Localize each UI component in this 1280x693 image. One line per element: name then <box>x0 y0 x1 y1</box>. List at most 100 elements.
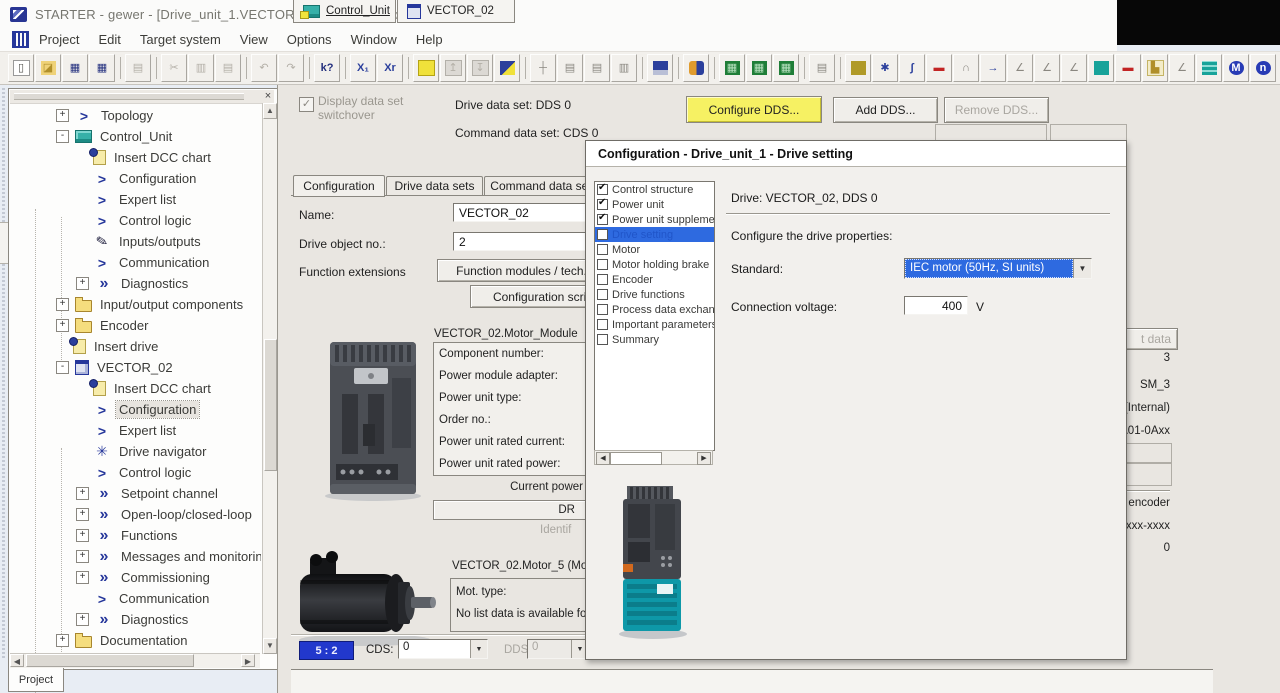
expander-icon[interactable]: + <box>76 529 89 542</box>
key-icon[interactable] <box>845 54 871 82</box>
step-motor[interactable]: Motor <box>595 242 714 257</box>
tree-item-expert-list[interactable]: Expert list <box>11 189 261 210</box>
panel-grab-handle[interactable] <box>14 93 244 100</box>
tree-item-control-logic-2[interactable]: Control logic <box>11 462 261 483</box>
monitor-1-icon[interactable]: ▦ <box>719 54 745 82</box>
add-dds-button[interactable]: Add DDS... <box>833 97 938 123</box>
scroll-right-icon[interactable]: ▶ <box>241 654 255 667</box>
gear-icon[interactable]: ✱ <box>872 54 898 82</box>
step-encoder[interactable]: Encoder <box>595 272 714 287</box>
menu-edit[interactable]: Edit <box>98 32 120 47</box>
step-drive-setting-selected[interactable]: Drive setting <box>595 227 714 242</box>
tree-vertical-scrollbar[interactable]: ▲ ▼ <box>262 103 277 654</box>
diagram-3-icon[interactable]: ∠ <box>1061 54 1087 82</box>
tree-item-configuration-selected[interactable]: Configuration <box>11 399 261 420</box>
step-summary[interactable]: Summary <box>595 332 714 347</box>
expander-icon[interactable]: + <box>56 634 69 647</box>
tree-item-open-closed-loop[interactable]: +Open-loop/closed-loop <box>11 504 261 525</box>
step-motor-holding-brake[interactable]: Motor holding brake <box>595 257 714 272</box>
dropdown-arrow-icon[interactable]: ▼ <box>470 640 487 658</box>
connection-voltage-input[interactable] <box>904 296 968 315</box>
cds-dropdown[interactable]: 0 ▼ <box>398 639 488 659</box>
expander-icon[interactable]: + <box>76 487 89 500</box>
tree-item-expert-list-2[interactable]: Expert list <box>11 420 261 441</box>
configure-dds-button[interactable]: Configure DDS... <box>686 96 822 123</box>
close-icon[interactable]: × <box>262 91 274 102</box>
tree-item-vector-02[interactable]: -VECTOR_02 <box>11 357 261 378</box>
scrollbar-thumb[interactable] <box>26 654 194 667</box>
menu-target-system[interactable]: Target system <box>140 32 221 47</box>
tree-item-setpoint-channel[interactable]: +Setpoint channel <box>11 483 261 504</box>
expander-icon[interactable]: - <box>56 130 69 143</box>
expander-icon[interactable]: + <box>76 277 89 290</box>
bottom-tab-control-unit[interactable]: Control_Unit <box>293 0 396 23</box>
tree-item-control-unit[interactable]: -Control_Unit <box>11 126 261 147</box>
step-process-data-exchange[interactable]: Process data exchange <box>595 302 714 317</box>
expander-icon[interactable]: + <box>76 550 89 563</box>
trace-icon[interactable]: ∩ <box>953 54 979 82</box>
bottom-tab-vector-02[interactable]: VECTOR_02 <box>397 0 515 23</box>
sort-x1-icon[interactable]: X₁ <box>350 54 376 82</box>
standard-dropdown[interactable]: IEC motor (50Hz, SI units) ▼ <box>904 258 1092 279</box>
dialog-title[interactable]: Configuration - Drive_unit_1 - Drive set… <box>586 141 1126 167</box>
context-help-icon[interactable]: k? <box>314 54 340 82</box>
step-list-scrollbar[interactable]: ◀ ▶ <box>594 450 713 465</box>
tree-item-diagnostics-2[interactable]: +Diagnostics <box>11 609 261 630</box>
step-power-unit-supplementary[interactable]: Power unit supplementary <box>595 212 714 227</box>
menu-project[interactable]: Project <box>39 32 79 47</box>
speed-n-icon[interactable]: n <box>1250 54 1276 82</box>
tree-item-insert-dcc-chart-2[interactable]: Insert DCC chart <box>11 378 261 399</box>
step-important-parameters[interactable]: Important parameters <box>595 317 714 332</box>
connect-target-icon[interactable] <box>413 54 439 82</box>
motor-m-icon[interactable]: M <box>1223 54 1249 82</box>
teal-module-icon[interactable] <box>1088 54 1114 82</box>
tree-item-messages-monitoring[interactable]: +Messages and monitoring <box>11 546 261 567</box>
tree-item-documentation[interactable]: +Documentation <box>11 630 261 651</box>
ramp-icon[interactable]: → <box>980 54 1006 82</box>
users-icon[interactable] <box>683 54 709 82</box>
expander-icon[interactable]: - <box>56 361 69 374</box>
expander-icon[interactable]: + <box>56 319 69 332</box>
menu-help[interactable]: Help <box>416 32 443 47</box>
step-power-unit[interactable]: Power unit <box>595 197 714 212</box>
new-project-icon[interactable]: ▯ <box>8 54 34 82</box>
tree-horizontal-scrollbar[interactable]: ◀ ▶ <box>10 653 260 668</box>
hook-icon[interactable]: ∫ <box>899 54 925 82</box>
sort-xr-icon[interactable]: Xr <box>377 54 403 82</box>
dropdown-arrow-icon[interactable]: ▼ <box>1073 259 1091 278</box>
scroll-left-icon[interactable]: ◀ <box>10 654 24 667</box>
tree-item-control-logic[interactable]: Control logic <box>11 210 261 231</box>
tree-item-insert-dcc-chart[interactable]: Insert DCC chart <box>11 147 261 168</box>
menu-window[interactable]: Window <box>351 32 397 47</box>
monitor-2-icon[interactable]: ▦ <box>746 54 772 82</box>
tree-item-communication[interactable]: Communication <box>11 252 261 273</box>
expander-icon[interactable]: + <box>76 571 89 584</box>
tree-item-io-components[interactable]: +Input/output components <box>11 294 261 315</box>
wizard-step-list[interactable]: Control structure Power unit Power unit … <box>594 181 715 451</box>
diagram-2-icon[interactable]: ∠ <box>1034 54 1060 82</box>
expander-icon[interactable]: + <box>76 508 89 521</box>
expander-icon[interactable]: + <box>76 613 89 626</box>
chart-yellow-icon[interactable]: ▙ <box>1142 54 1168 82</box>
system-menu-icon[interactable] <box>12 31 29 48</box>
expander-icon[interactable]: + <box>56 109 69 122</box>
tree-item-commissioning[interactable]: +Commissioning <box>11 567 261 588</box>
step-drive-functions[interactable]: Drive functions <box>595 287 714 302</box>
project-panel-tab[interactable]: Project <box>8 668 64 692</box>
save-icon[interactable]: ▦ <box>62 54 88 82</box>
tab-configuration[interactable]: Configuration <box>293 175 385 197</box>
save-all-icon[interactable]: ▦ <box>89 54 115 82</box>
chart-grey-icon[interactable]: ∠ <box>1169 54 1195 82</box>
tree-item-communication-2[interactable]: Communication <box>11 588 261 609</box>
grid-teal-icon[interactable] <box>1196 54 1222 82</box>
tree-item-functions[interactable]: +Functions <box>11 525 261 546</box>
open-project-icon[interactable]: ◪ <box>35 54 61 82</box>
expander-icon[interactable]: + <box>56 298 69 311</box>
limit-icon[interactable]: ▬ <box>926 54 952 82</box>
diagram-1-icon[interactable]: ∠ <box>1007 54 1033 82</box>
scroll-up-icon[interactable]: ▲ <box>263 103 277 119</box>
module-icon[interactable] <box>647 54 673 82</box>
menu-view[interactable]: View <box>240 32 268 47</box>
tree-item-inputs-outputs[interactable]: Inputs/outputs <box>11 231 261 252</box>
tree-item-topology[interactable]: +Topology <box>11 105 261 126</box>
